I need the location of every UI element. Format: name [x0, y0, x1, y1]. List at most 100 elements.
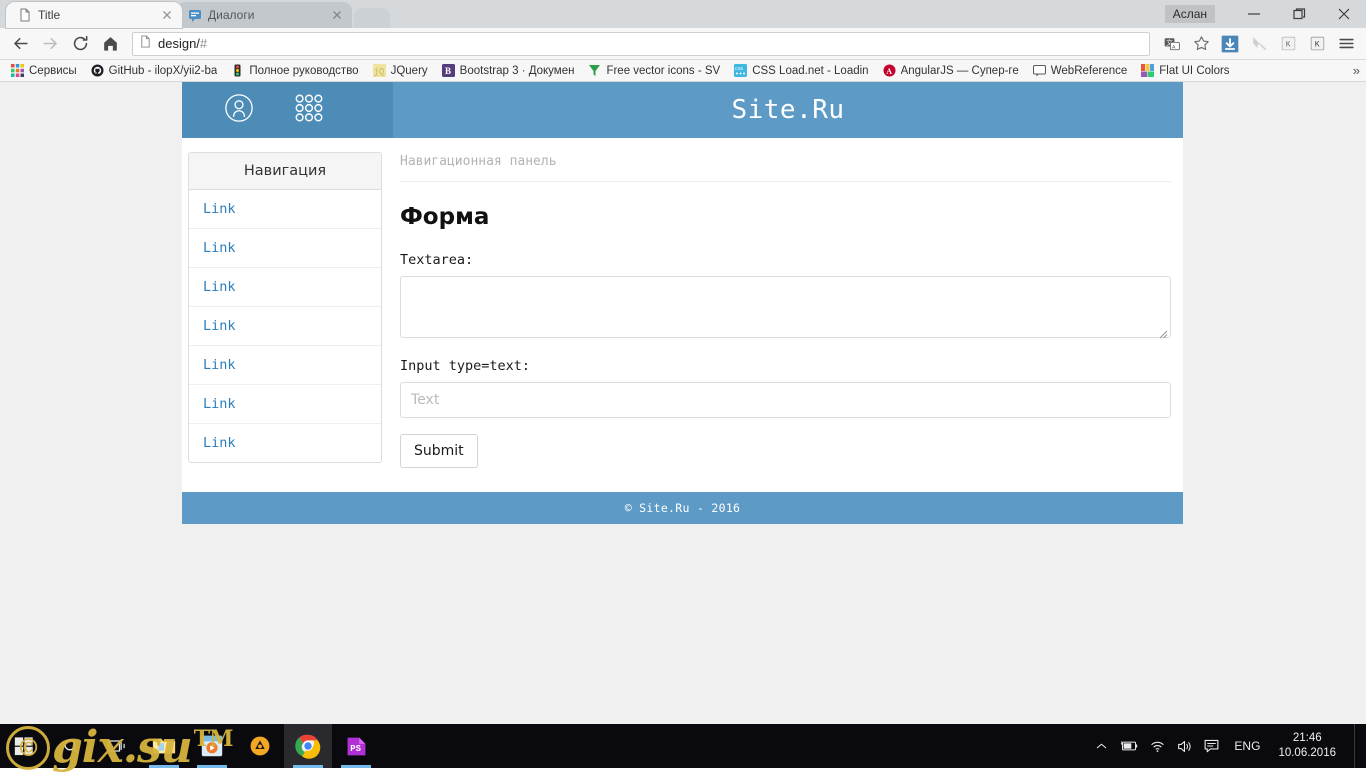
- kaspersky-icon[interactable]: K: [1274, 30, 1302, 58]
- wifi-icon[interactable]: [1149, 739, 1166, 753]
- translate-icon[interactable]: 文A: [1158, 30, 1186, 58]
- speaker-icon[interactable]: [1176, 739, 1193, 754]
- tab-strip: Title Диалоги: [0, 0, 390, 28]
- language-indicator[interactable]: ENG: [1230, 739, 1264, 753]
- battery-charging-icon[interactable]: [1119, 739, 1139, 753]
- anti-banner-icon[interactable]: [1245, 30, 1273, 58]
- text-input[interactable]: Text: [400, 382, 1171, 418]
- bookmark-label: Полное руководство: [249, 64, 359, 77]
- bookmark-item[interactable]: B Bootstrap 3 · Докумен: [435, 61, 582, 81]
- svg-text:A: A: [886, 67, 892, 76]
- close-icon[interactable]: [160, 8, 174, 22]
- browser-tab-2[interactable]: Диалоги: [176, 2, 352, 28]
- window-user-label[interactable]: Аслан: [1164, 5, 1215, 23]
- grid-dots-icon[interactable]: [294, 93, 324, 128]
- bookmark-item[interactable]: GitHub - ilopX/yii2-ba: [84, 61, 225, 81]
- browser-tab-1[interactable]: Title: [6, 2, 182, 28]
- bookmark-item[interactable]: jQ JQuery: [366, 61, 435, 81]
- close-icon[interactable]: [330, 8, 344, 22]
- bookmark-item[interactable]: A AngularJS — Супер-ге: [876, 61, 1026, 81]
- svg-text:K: K: [1314, 41, 1319, 50]
- form-section: Форма Textarea: Input type=text: Text Su…: [400, 204, 1171, 492]
- bookmarks-overflow-button[interactable]: »: [1353, 63, 1360, 78]
- browser-toolbar: design/# 文A K K: [0, 28, 1366, 60]
- bookmark-label: CSS Load.net - Loadin: [752, 64, 869, 77]
- page-viewport: Site.Ru Навигация Link Link Link Link Li…: [0, 82, 1366, 724]
- maximize-button[interactable]: [1276, 0, 1321, 28]
- bookmark-label: JQuery: [390, 64, 428, 77]
- aimp-icon[interactable]: [236, 724, 284, 768]
- bookmark-label: AngularJS — Супер-ге: [900, 64, 1019, 77]
- system-tray: ENG 21:46 10.06.2016: [1094, 724, 1366, 768]
- sidebar-item-link-2[interactable]: Link: [189, 229, 381, 268]
- bookmark-label: Bootstrap 3 · Докумен: [459, 64, 575, 77]
- text-input-placeholder: Text: [411, 392, 440, 408]
- site-wrapper: Site.Ru Навигация Link Link Link Link Li…: [182, 82, 1183, 524]
- minimize-button[interactable]: [1231, 0, 1276, 28]
- file-explorer-icon[interactable]: [140, 724, 188, 768]
- bookmarks-bar: Сервисы GitHub - ilopX/yii2-ba Полное ру…: [0, 60, 1366, 82]
- windows-start-icon[interactable]: [0, 724, 48, 768]
- traffic-light-icon: [231, 64, 244, 77]
- back-button[interactable]: [6, 30, 34, 58]
- star-icon[interactable]: [1187, 30, 1215, 58]
- user-circle-icon[interactable]: [224, 93, 254, 128]
- forward-button[interactable]: [36, 30, 64, 58]
- new-tab-button[interactable]: [354, 8, 390, 28]
- notifications-icon[interactable]: [1203, 738, 1220, 754]
- sidebar-item-link-5[interactable]: Link: [189, 346, 381, 385]
- kaspersky-icon[interactable]: K: [1303, 30, 1331, 58]
- browser-titlebar: Title Диалоги Аслан: [0, 0, 1366, 28]
- search-icon[interactable]: [48, 724, 94, 768]
- chevron-up-icon[interactable]: [1094, 739, 1109, 754]
- breadcrumb: Навигационная панель: [400, 138, 1171, 182]
- header-icon-group: [182, 82, 393, 138]
- svg-text:K: K: [1285, 41, 1290, 50]
- bookmark-item[interactable]: Полное руководство: [224, 61, 365, 81]
- bookmark-item[interactable]: Сервисы: [4, 61, 84, 81]
- clock[interactable]: 21:46 10.06.2016: [1274, 731, 1344, 761]
- bookmark-item[interactable]: Flat UI Colors: [1134, 61, 1236, 81]
- site-body: Навигация Link Link Link Link Link Link …: [182, 138, 1183, 492]
- sidebar-item-link-3[interactable]: Link: [189, 268, 381, 307]
- menu-icon[interactable]: [1332, 30, 1360, 58]
- github-icon: [91, 64, 104, 77]
- resize-grip-icon[interactable]: [1158, 326, 1168, 339]
- page-icon: [18, 8, 32, 22]
- window-controls: Аслан: [1164, 0, 1366, 28]
- svg-text:PS: PS: [350, 743, 361, 753]
- cssload-icon: CSS: [734, 64, 748, 77]
- bookmark-item[interactable]: WebReference: [1026, 61, 1135, 81]
- photoshop-icon[interactable]: PS: [332, 724, 380, 768]
- sidebar-item-link-4[interactable]: Link: [189, 307, 381, 346]
- sidebar: Навигация Link Link Link Link Link Link …: [182, 138, 388, 492]
- flatuicolors-icon: [1141, 64, 1155, 77]
- sidebar-item-link-6[interactable]: Link: [189, 385, 381, 424]
- home-button[interactable]: [96, 30, 124, 58]
- browser-window: Title Диалоги Аслан design/# 文 A K K Сер…: [0, 0, 1366, 724]
- media-player-icon[interactable]: [188, 724, 236, 768]
- angularjs-icon: A: [883, 64, 896, 77]
- clock-time: 21:46: [1292, 732, 1322, 744]
- address-bar[interactable]: design/#: [132, 31, 1150, 56]
- download-icon[interactable]: [1216, 30, 1244, 58]
- chrome-icon[interactable]: [284, 724, 332, 768]
- reload-button[interactable]: [66, 30, 94, 58]
- show-desktop-button[interactable]: [1354, 724, 1360, 768]
- sidebar-item-link-1[interactable]: Link: [189, 190, 381, 229]
- bookmark-item[interactable]: Free vector icons - SV: [581, 61, 727, 81]
- textarea-input[interactable]: [400, 276, 1171, 339]
- chat-icon: [188, 8, 202, 22]
- page-title: Форма: [400, 204, 490, 230]
- navigation-panel: Навигация Link Link Link Link Link Link …: [188, 152, 382, 463]
- svg-text:jQ: jQ: [373, 67, 384, 77]
- bookmark-item[interactable]: CSS CSS Load.net - Loadin: [727, 61, 875, 81]
- task-view-icon[interactable]: [94, 724, 140, 768]
- close-button[interactable]: [1321, 0, 1366, 28]
- bootstrap-icon: B: [441, 64, 455, 77]
- submit-button[interactable]: Submit: [400, 434, 478, 468]
- address-bar-url: design/#: [158, 36, 208, 51]
- sidebar-item-link-7[interactable]: Link: [189, 424, 381, 462]
- windows-taskbar: PS ENG 21:46 10.06.2016: [0, 724, 1366, 768]
- svg-text:CSS: CSS: [735, 66, 743, 72]
